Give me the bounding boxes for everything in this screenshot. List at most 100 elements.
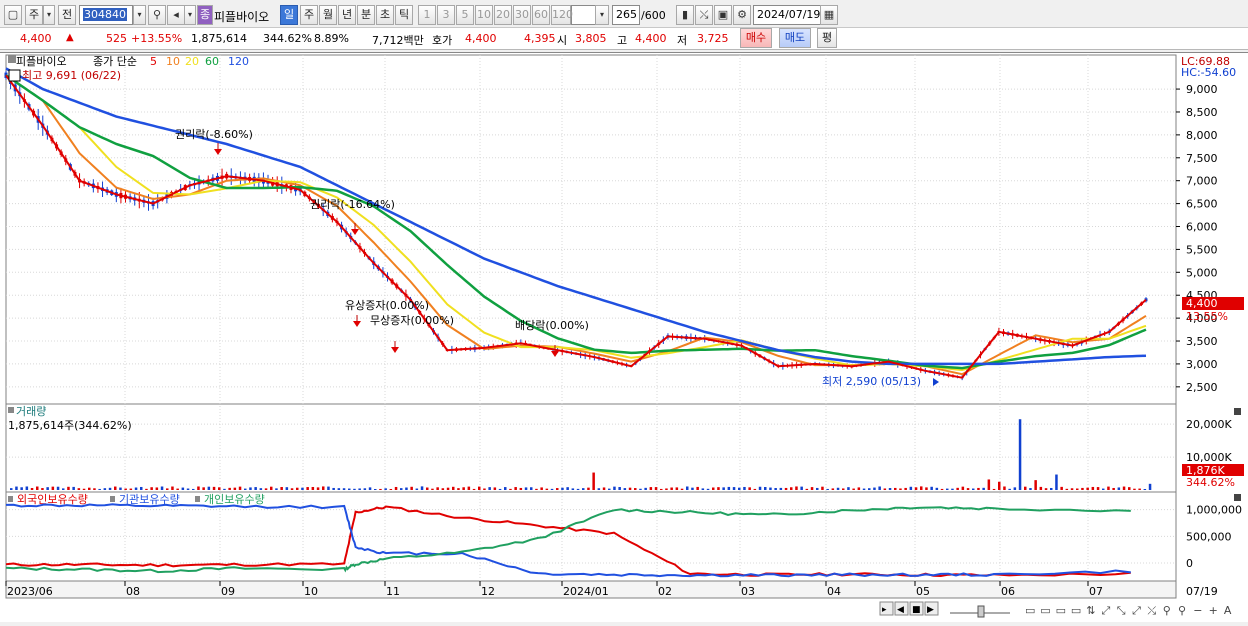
- volume-value: 1,875,614: [191, 32, 247, 45]
- period-tab-3[interactable]: 년: [338, 5, 356, 25]
- buy-button[interactable]: 매수: [740, 28, 772, 48]
- volume-bar-211: [1107, 486, 1110, 490]
- volume-bar-137: [722, 487, 725, 490]
- volume-legend-swatch: [8, 407, 14, 413]
- interval-tab-5[interactable]: 5: [456, 5, 474, 25]
- save-icon[interactable]: ▣: [714, 5, 732, 25]
- price-label-4: 7,000: [1186, 175, 1218, 188]
- volume-bar-215: [1128, 487, 1131, 490]
- volume-bar-77: [410, 486, 413, 490]
- volume-bar-163: [857, 487, 861, 490]
- price-label-6: 6,000: [1186, 221, 1218, 234]
- tool-icon-9: ⚲: [1163, 604, 1171, 617]
- volume-bar-180: [946, 488, 949, 490]
- volume-bar-47: [254, 487, 257, 490]
- volume-bar-65: [348, 488, 351, 490]
- vol-pane-close-icon: [1234, 408, 1241, 415]
- volume-bar-167: [878, 486, 881, 490]
- volume-bar-20: [114, 486, 117, 490]
- volume-bar-210: [1102, 488, 1105, 490]
- scroll-handle: [977, 605, 985, 618]
- speaker-dropdown-icon[interactable]: ▾: [184, 5, 196, 25]
- volume-bar-4: [30, 488, 34, 490]
- stock-type-badge[interactable]: 종: [197, 5, 213, 25]
- code-input[interactable]: 304840: [79, 5, 133, 25]
- period-tab-6[interactable]: 틱: [395, 5, 413, 25]
- annotation-0: 권리락(-8.60%): [175, 128, 253, 141]
- volume-bar-129: [680, 488, 684, 490]
- interval-tab-120[interactable]: 120: [551, 5, 573, 25]
- volume-bar-162: [852, 488, 855, 490]
- interval-tab-20[interactable]: 20: [494, 5, 512, 25]
- volume-bar-64: [342, 488, 346, 490]
- x-label-10: 05: [916, 585, 930, 598]
- interval-tab-60[interactable]: 60: [532, 5, 550, 25]
- volume-bar-150: [790, 487, 793, 490]
- gear-icon[interactable]: ⚙: [733, 5, 751, 25]
- volume-bar-59: [316, 487, 320, 490]
- market-select[interactable]: 주: [25, 5, 43, 25]
- ma-legend-60: 60: [205, 55, 219, 68]
- volume-bar-176: [925, 487, 928, 490]
- chart-area[interactable]: 2023/06 08 09 10 11 12 2024/01 02 03 04 05 06 07 07/1…: [0, 52, 1248, 622]
- volume-bar-52: [280, 487, 283, 490]
- x-label-11: 06: [1001, 585, 1015, 598]
- volume-bar-37: [202, 487, 205, 490]
- period-tab-1[interactable]: 주: [300, 5, 318, 25]
- volume-bar-72: [384, 488, 387, 490]
- period-tab-5[interactable]: 초: [376, 5, 394, 25]
- bid-label: 호가: [432, 34, 453, 47]
- prev-button[interactable]: 전: [58, 5, 76, 25]
- volume-bar-101: [535, 488, 538, 490]
- interval-dropdown-icon[interactable]: ▾: [595, 5, 609, 25]
- volume-bar-136: [717, 487, 720, 490]
- volume-bar-190: [998, 481, 1001, 490]
- interval-tab-30[interactable]: 30: [513, 5, 531, 25]
- volume-bar-88: [467, 486, 471, 490]
- low-value: 3,725: [697, 32, 729, 45]
- volume-bar-1: [15, 486, 18, 490]
- volume-bar-174: [914, 487, 918, 490]
- volume-bar-15: [88, 487, 91, 490]
- hold-label-0: 1,000,000: [1186, 504, 1242, 517]
- count-input[interactable]: 265: [612, 5, 640, 25]
- volume-bar-100: [530, 487, 533, 490]
- date-input[interactable]: 2024/07/19: [753, 5, 821, 25]
- speaker-icon[interactable]: ◂: [167, 5, 185, 25]
- period-tab-2[interactable]: 월: [319, 5, 337, 25]
- hc-label: HC:-54.60: [1181, 66, 1236, 79]
- volume-bar-16: [93, 488, 96, 490]
- period-tab-4[interactable]: 분: [357, 5, 375, 25]
- volume-bar-184: [966, 488, 970, 490]
- chart-svg[interactable]: 2023/06 08 09 10 11 12 2024/01 02 03 04 05 06 07 07/1…: [0, 53, 1248, 623]
- volume-bar-207: [1086, 487, 1089, 490]
- period-tab-0[interactable]: 일: [280, 5, 298, 25]
- volume-bar-2: [20, 487, 23, 490]
- low-label: 저: [677, 34, 688, 47]
- volume-bar-27: [150, 487, 153, 490]
- interval-tab-10[interactable]: 10: [475, 5, 493, 25]
- volume-bar-164: [862, 488, 866, 490]
- last-price-label: 4,400: [1186, 297, 1218, 310]
- market-dropdown-icon[interactable]: ▾: [43, 5, 55, 25]
- crosshair-icon[interactable]: ⤯: [695, 5, 713, 25]
- interval-tab-1[interactable]: 1: [418, 5, 436, 25]
- search-icon[interactable]: ⚲: [148, 5, 166, 25]
- window-icon[interactable]: ▢: [4, 5, 22, 25]
- code-dropdown-icon[interactable]: ▾: [133, 5, 146, 25]
- volume-bar-34: [186, 488, 190, 490]
- interval-tab-3[interactable]: 3: [437, 5, 455, 25]
- tool-icon-4: ⇅: [1086, 604, 1095, 617]
- volume-bar-209: [1096, 487, 1100, 490]
- sell-button[interactable]: 매도: [779, 28, 811, 48]
- volume-bar-114: [602, 487, 606, 490]
- volume-bar-11: [67, 486, 70, 490]
- volume-bar-181: [951, 488, 954, 490]
- change-value: 525: [106, 32, 127, 45]
- price-label-1: 8,500: [1186, 106, 1218, 119]
- annotation-1: 권리락(-16.64%): [310, 198, 395, 211]
- avg-button[interactable]: 평: [817, 28, 837, 48]
- calendar-icon[interactable]: ▦: [820, 5, 838, 25]
- low-note: 최저 2,590 (05/13): [822, 375, 921, 388]
- candle-icon[interactable]: ▮: [676, 5, 694, 25]
